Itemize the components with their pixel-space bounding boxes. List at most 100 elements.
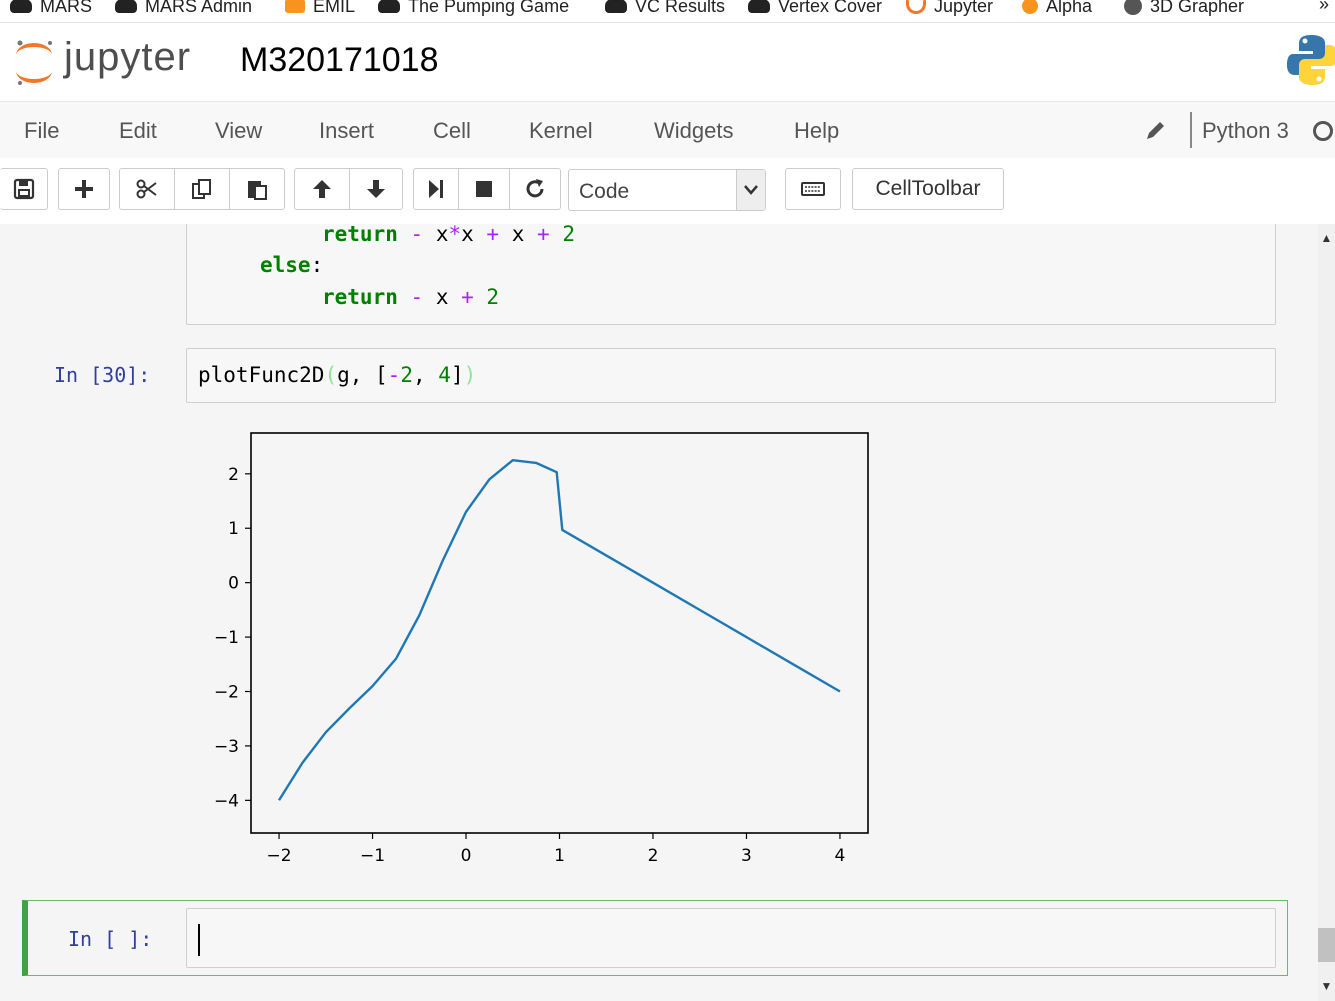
move-up-button[interactable] bbox=[294, 168, 350, 210]
x-tick-label: 4 bbox=[835, 846, 846, 866]
bookmark-label: The Pumping Game bbox=[408, 0, 570, 16]
paste-icon bbox=[248, 181, 267, 200]
scroll-up-icon[interactable]: ▲ bbox=[1318, 228, 1335, 248]
x-tick-label: 2 bbox=[648, 846, 659, 866]
menu-view[interactable]: View bbox=[215, 118, 262, 144]
y-tick-label: −4 bbox=[214, 791, 239, 811]
menu-file[interactable]: File bbox=[24, 118, 59, 144]
x-tick-label: 3 bbox=[741, 846, 752, 866]
x-tick-label: 0 bbox=[461, 846, 472, 866]
bookmark-label: Alpha bbox=[1046, 0, 1093, 16]
restart-icon bbox=[526, 179, 544, 198]
arrow-down-icon bbox=[367, 180, 385, 198]
kernel-status-icon bbox=[1313, 121, 1333, 141]
y-tick-label: −1 bbox=[214, 628, 239, 648]
scrollbar-thumb[interactable] bbox=[1318, 928, 1335, 962]
celltoolbar-label: CellToolbar bbox=[875, 177, 981, 200]
bookmarks-more-icon[interactable]: » bbox=[1319, 0, 1329, 15]
x-tick-label: −2 bbox=[267, 846, 292, 866]
notebook-title[interactable]: M320171018 bbox=[240, 41, 439, 80]
plus-icon bbox=[75, 180, 93, 198]
menu-help[interactable]: Help bbox=[794, 118, 839, 144]
bookmarks-bar: MARS MARS Admin EMIL The Pumping Game VC Res… bbox=[0, 0, 1335, 23]
bookmark-item[interactable]: Vertex Cover bbox=[748, 0, 882, 18]
keyboard-icon bbox=[801, 182, 825, 196]
cell-prompt: In [ ]: bbox=[68, 927, 153, 951]
cut-icon bbox=[136, 179, 157, 199]
code-line: else: bbox=[260, 253, 324, 277]
mars-icon bbox=[10, 0, 32, 13]
menu-insert[interactable]: Insert bbox=[319, 118, 374, 144]
game-icon bbox=[378, 0, 400, 13]
moodle-icon bbox=[285, 0, 305, 13]
menu-cell[interactable]: Cell bbox=[433, 118, 471, 144]
y-tick-label: −3 bbox=[214, 737, 239, 757]
x-tick-label: −1 bbox=[360, 846, 385, 866]
arrow-up-icon bbox=[313, 180, 331, 198]
menu-widgets[interactable]: Widgets bbox=[654, 118, 733, 144]
bookmark-item[interactable]: MARS Admin bbox=[115, 0, 252, 18]
bookmark-item[interactable]: VC Results bbox=[605, 0, 725, 18]
cell-type-value: Code bbox=[579, 180, 630, 203]
text-cursor bbox=[198, 924, 200, 956]
bookmark-item[interactable]: MARS bbox=[10, 0, 92, 18]
copy-icon bbox=[192, 179, 211, 199]
menubar: File Edit View Insert Cell Kernel Widget… bbox=[0, 101, 1335, 159]
bookmark-label: EMIL bbox=[313, 0, 356, 16]
celltoolbar-button[interactable]: CellToolbar bbox=[852, 168, 1004, 210]
run-icon bbox=[429, 180, 443, 198]
pencil-icon[interactable] bbox=[1144, 118, 1168, 142]
vc-icon bbox=[605, 0, 627, 13]
bookmark-item[interactable]: The Pumping Game bbox=[378, 0, 569, 18]
y-tick-label: −2 bbox=[214, 683, 239, 703]
jupyter-logo-text[interactable]: jupyter bbox=[64, 35, 191, 80]
save-icon bbox=[13, 178, 34, 200]
notebook-toolbar: Code CellToolbar bbox=[0, 158, 1335, 224]
command-palette-button[interactable] bbox=[785, 168, 841, 210]
plot-output: −2 −1 0 1 2 3 4 −4 −3 −2 −1 0 1 2 bbox=[200, 426, 880, 876]
bookmark-label: Vertex Cover bbox=[778, 0, 883, 16]
code-line: return - x + 2 bbox=[322, 285, 500, 309]
y-tick-label: 2 bbox=[228, 465, 239, 485]
x-tick-label: 1 bbox=[554, 846, 565, 866]
insert-cell-button[interactable] bbox=[58, 168, 110, 210]
run-button[interactable] bbox=[413, 168, 459, 210]
kernel-separator bbox=[1190, 112, 1192, 148]
jupyter-icon bbox=[906, 0, 926, 14]
bookmark-label: MARS bbox=[40, 0, 93, 16]
bookmark-item[interactable]: Jupyter bbox=[906, 0, 993, 18]
scrollbar[interactable] bbox=[1318, 224, 1335, 1001]
bookmark-label: 3D Grapher bbox=[1150, 0, 1245, 16]
interrupt-button[interactable] bbox=[458, 168, 510, 210]
bookmark-item[interactable]: Alpha bbox=[1022, 0, 1092, 18]
save-button[interactable] bbox=[0, 168, 48, 210]
alpha-icon bbox=[1022, 0, 1038, 14]
bookmark-item[interactable]: EMIL bbox=[285, 0, 355, 18]
python-logo-icon bbox=[1287, 35, 1335, 85]
code-line: return - x*x + x + 2 bbox=[322, 224, 575, 246]
bookmark-label: MARS Admin bbox=[145, 0, 253, 16]
restart-button[interactable] bbox=[509, 168, 561, 210]
chevron-down-icon bbox=[736, 170, 765, 210]
move-down-button[interactable] bbox=[349, 168, 403, 210]
globe-icon bbox=[1124, 0, 1142, 15]
vertex-icon bbox=[748, 0, 770, 13]
paste-button[interactable] bbox=[229, 168, 285, 210]
kernel-name[interactable]: Python 3 bbox=[1202, 118, 1289, 144]
y-tick-label: 1 bbox=[228, 519, 239, 539]
code-cell-input-empty[interactable] bbox=[186, 908, 1276, 968]
cell-type-select[interactable]: Code bbox=[568, 169, 766, 211]
menu-edit[interactable]: Edit bbox=[119, 118, 157, 144]
y-tick-label: 0 bbox=[228, 574, 239, 594]
cut-button[interactable] bbox=[119, 168, 175, 210]
scroll-down-icon[interactable]: ▼ bbox=[1318, 976, 1335, 996]
jupyter-logo-icon[interactable] bbox=[12, 37, 56, 87]
notebook-header: jupyter M320171018 bbox=[0, 23, 1335, 101]
stop-icon bbox=[476, 181, 492, 197]
copy-button[interactable] bbox=[174, 168, 230, 210]
bookmark-label: VC Results bbox=[635, 0, 726, 16]
menu-kernel[interactable]: Kernel bbox=[529, 118, 593, 144]
cell-prompt: In [30]: bbox=[54, 363, 151, 387]
mars-admin-icon bbox=[115, 0, 137, 13]
bookmark-item[interactable]: 3D Grapher bbox=[1124, 0, 1244, 18]
